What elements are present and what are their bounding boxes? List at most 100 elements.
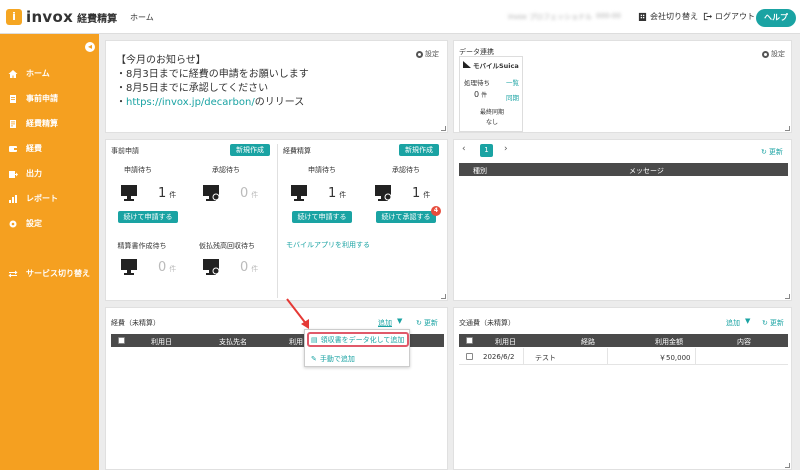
advance-pending-value: 0	[240, 260, 249, 275]
table-row[interactable]: 2026/6/2 テスト ￥50,000	[459, 348, 788, 365]
suica-pending-value: 0	[474, 90, 480, 99]
transport-refresh-button[interactable]: ↻ 更新	[762, 318, 784, 328]
expenses-add-dropdown-icon[interactable]: ▼	[397, 317, 402, 325]
computer-user-icon	[203, 259, 220, 275]
receipt-icon	[10, 119, 16, 128]
row-checkbox[interactable]	[466, 353, 473, 360]
unit-label: 件	[169, 265, 177, 273]
expenses-refresh-button[interactable]: ↻ 更新	[416, 318, 438, 328]
col-content: 内容	[737, 338, 751, 346]
sidebar-item-settings[interactable]: 設定	[8, 218, 42, 229]
advance-pending-label: 仮払残高回収待ち	[199, 242, 255, 250]
unit-label: 件	[169, 191, 177, 199]
logout-button[interactable]: ログアウト	[703, 11, 755, 22]
messages-refresh-button[interactable]: ↻ 更新	[761, 147, 783, 157]
pre-request-title: 事前申請	[111, 147, 139, 155]
col-date: 利用日	[495, 338, 516, 346]
resize-handle[interactable]	[785, 294, 790, 299]
company-switch-button[interactable]: 会社切り替え	[638, 11, 698, 22]
logo-text: invox	[26, 8, 74, 26]
data-link-settings-button[interactable]: 設定	[762, 49, 785, 59]
sidebar-item-label: サービス切り替え	[26, 269, 90, 278]
logo[interactable]: i invox 経費精算	[6, 8, 117, 26]
sidebar-item-expense-settlement[interactable]: 経費精算	[8, 118, 58, 129]
sidebar-item-export[interactable]: 出力	[8, 168, 42, 179]
pre-request-approval-count: 0件	[240, 186, 258, 201]
suica-sync-link[interactable]: 同期	[506, 92, 519, 102]
computer-icon	[291, 185, 307, 201]
user-name: invox プロフェッショナル	[508, 13, 592, 21]
advance-pending-count: 0件	[240, 260, 258, 275]
sidebar-item-label: ホーム	[26, 69, 50, 78]
expense-settle-approval-value: 1	[412, 186, 421, 201]
transport-panel: 交通費（未精算） 追加 ▼ ↻ 更新 利用日 経路 利用金額 内容 2026/6…	[453, 307, 792, 470]
resize-handle[interactable]	[441, 294, 446, 299]
pager-page-button[interactable]: 1	[480, 144, 493, 157]
unit-label: 件	[339, 191, 347, 199]
menu-item-receipt-label: 領収書をデータ化して追加	[320, 336, 405, 344]
company-switch-label: 会社切り替え	[650, 12, 698, 21]
sidebar-collapse-icon[interactable]: ◂	[85, 42, 95, 52]
menu-item-manual-add[interactable]: ✎ 手動で追加	[311, 354, 355, 364]
notice-line-3-prefix: ・	[116, 97, 126, 108]
suica-unit: 件	[481, 92, 488, 99]
status-panel: 事前申請 新規作成 申請待ち 1件 続けて申請する 承認待ち 0件 精算書作成待…	[105, 139, 448, 301]
transport-add-dropdown-icon[interactable]: ▼	[745, 317, 750, 325]
export-icon	[9, 170, 18, 178]
expenses-add-link[interactable]: 追加	[378, 318, 392, 328]
sidebar-item-home[interactable]: ホーム	[8, 68, 50, 79]
suica-card: モバイルSuica 処理待ち 一覧 0件 同期 最終同期 なし	[459, 56, 523, 132]
expense-settle-continue-request-button[interactable]: 続けて申請する	[292, 211, 352, 223]
transport-refresh-label: 更新	[769, 319, 784, 327]
pager-prev-icon[interactable]: ‹	[462, 144, 466, 154]
col-message: メッセージ	[629, 167, 664, 175]
resize-handle[interactable]	[785, 126, 790, 131]
add-dropdown-menu: ▤ 領収書をデータ化して追加 ✎ 手動で追加	[304, 329, 410, 367]
logout-icon	[703, 12, 712, 21]
expense-settle-pending-label: 申請待ち	[308, 166, 336, 174]
resize-handle[interactable]	[441, 126, 446, 131]
notice-panel: 【今月のお知らせ】 設定 ・8月3日までに経費の申請をお願いします ・8月5日ま…	[105, 40, 448, 133]
sidebar-item-expenses[interactable]: 経費	[8, 143, 42, 154]
notice-line-3-suffix: のリリース	[254, 97, 305, 108]
mobile-app-link[interactable]: モバイルアプリを利用する	[286, 240, 370, 250]
pre-request-approval-value: 0	[240, 186, 249, 201]
transport-add-link[interactable]: 追加	[726, 318, 740, 328]
help-button[interactable]: ヘルプ	[756, 9, 796, 27]
sidebar-item-report[interactable]: レポート	[8, 193, 58, 204]
logout-label: ログアウト	[715, 12, 755, 21]
expense-settle-continue-approve-button[interactable]: 続けて承認する	[376, 211, 436, 223]
expense-settle-approval-label: 承認待ち	[392, 166, 420, 174]
refresh-icon: ↻	[416, 319, 422, 327]
suica-list-link[interactable]: 一覧	[506, 77, 519, 87]
col-partial: 利用	[289, 338, 303, 346]
pre-request-pending-label: 申請待ち	[124, 166, 152, 174]
expense-settle-new-button[interactable]: 新規作成	[399, 144, 439, 156]
pre-request-continue-button[interactable]: 続けて申請する	[118, 211, 178, 223]
sidebar-item-service-switch[interactable]: サービス切り替え	[8, 268, 90, 279]
approval-badge: 4	[431, 206, 441, 216]
pre-request-pending-value: 1	[158, 186, 167, 201]
resize-handle[interactable]	[785, 463, 790, 468]
pager-next-icon[interactable]: ›	[504, 144, 508, 154]
pre-request-new-button[interactable]: 新規作成	[230, 144, 270, 156]
notice-settings-button[interactable]: 設定	[416, 49, 439, 59]
suica-logo-icon	[463, 61, 471, 68]
gear-icon	[416, 50, 423, 58]
chart-icon	[9, 194, 17, 203]
unit-label: 件	[423, 191, 431, 199]
notice-link[interactable]: https://invox.jp/decarbon/	[126, 97, 255, 108]
gear-icon	[9, 220, 17, 227]
messages-refresh-label: 更新	[768, 148, 783, 156]
logo-mark-icon: i	[6, 9, 22, 25]
transport-select-all-checkbox[interactable]	[466, 337, 473, 344]
menu-item-receipt-ocr[interactable]: ▤ 領収書をデータ化して追加	[311, 335, 404, 345]
wallet-icon	[9, 145, 17, 152]
header-home-link[interactable]: ホーム	[130, 12, 154, 23]
expenses-select-all-checkbox[interactable]	[118, 337, 125, 344]
swap-icon	[8, 270, 18, 277]
col-payee: 支払先名	[219, 338, 247, 346]
col-route: 経路	[581, 338, 595, 346]
sidebar-item-pre-request[interactable]: 事前申請	[8, 93, 58, 104]
top-bar: i invox 経費精算 ホーム invox プロフェッショナル 000-00 …	[0, 0, 800, 34]
